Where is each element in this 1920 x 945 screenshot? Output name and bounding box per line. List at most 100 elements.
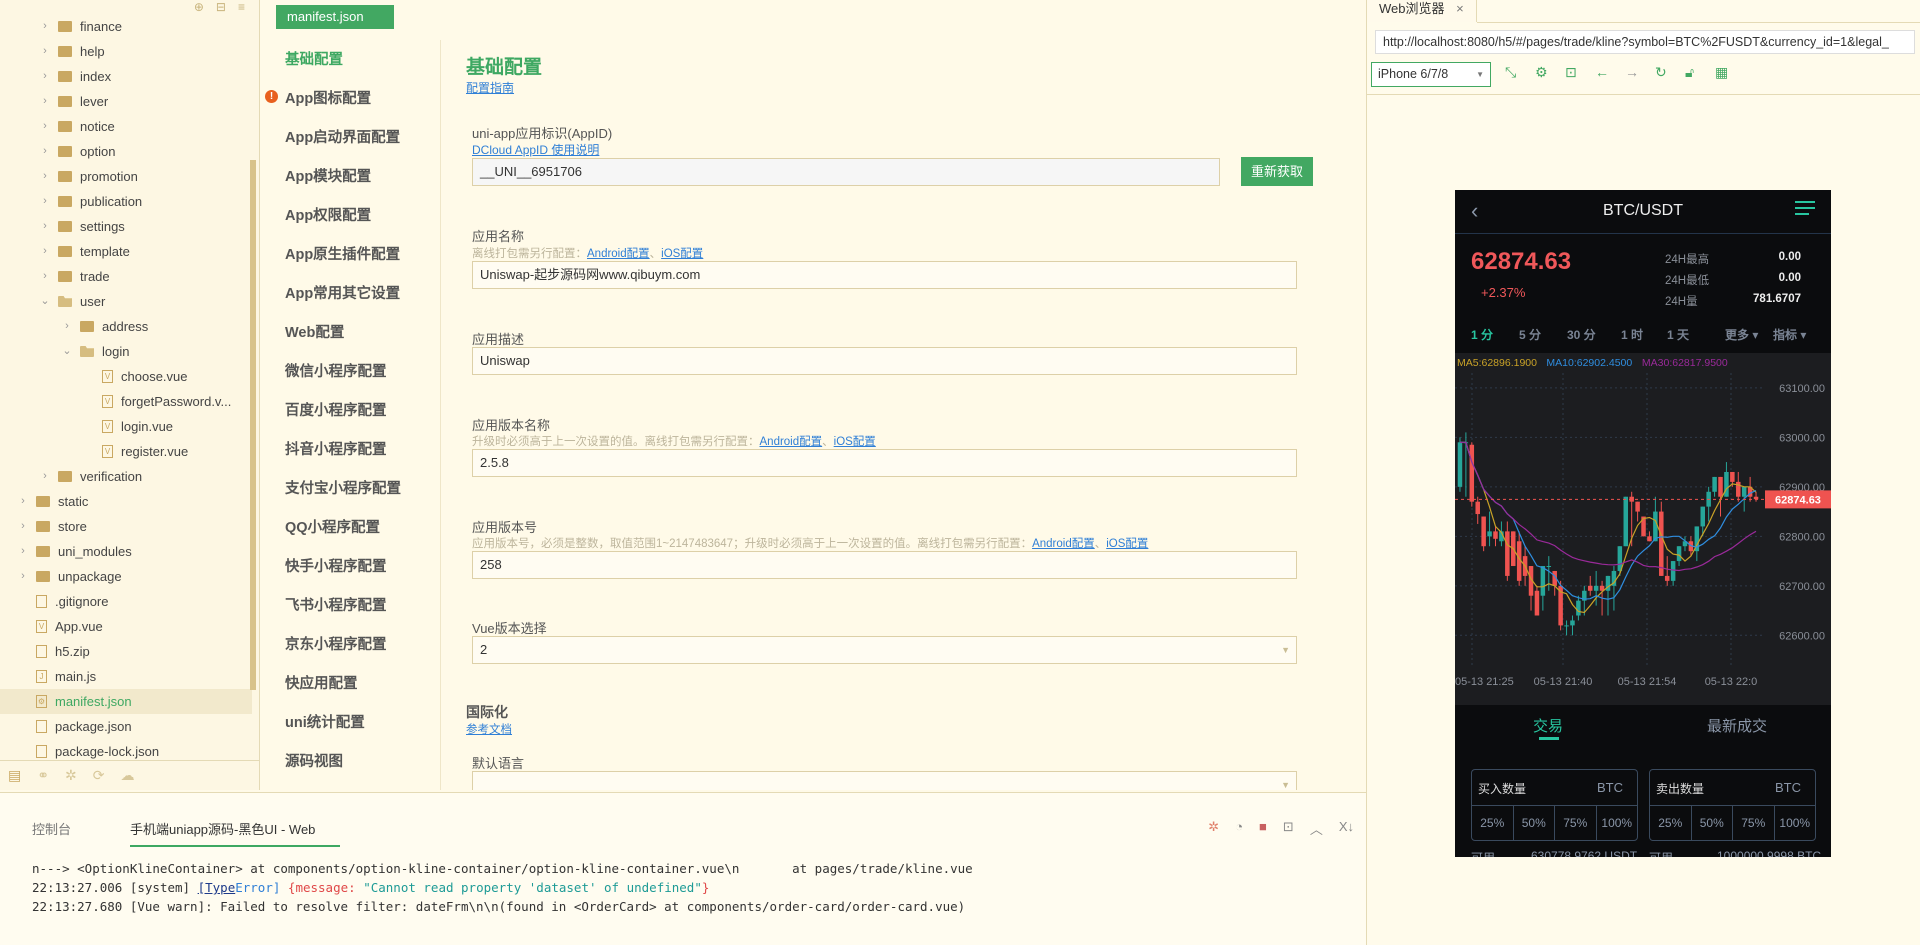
resize-icon[interactable]: ⤡ (1505, 64, 1516, 81)
buy-pct-50[interactable]: 50% (1514, 806, 1555, 841)
buy-pct-100[interactable]: 100% (1597, 806, 1638, 841)
nav-item[interactable]: 飞书小程序配置 (285, 594, 387, 615)
cloud-icon[interactable]: ☁ (120, 767, 134, 784)
tree-item[interactable]: › store (16, 514, 87, 539)
nav-item[interactable]: 基础配置 (285, 48, 343, 69)
forward-icon[interactable]: → (1625, 64, 1639, 80)
terminal-icon[interactable]: ⊡ (1283, 819, 1294, 838)
sell-pct-50[interactable]: 50% (1692, 806, 1733, 841)
chevron-right-icon[interactable]: › (38, 239, 52, 264)
tree-item[interactable]: › option (38, 139, 115, 164)
chevron-right-icon[interactable]: › (38, 14, 52, 39)
period-tab[interactable]: 30 分 (1567, 326, 1596, 343)
device-select[interactable]: iPhone 6/7/8 ▼ (1371, 62, 1491, 87)
appid-field[interactable]: __UNI__6951706 (472, 158, 1220, 186)
chevron-right-icon[interactable]: › (16, 564, 30, 589)
nav-item[interactable]: App原生插件配置 (285, 243, 400, 264)
android-config-link[interactable]: Android配置 (587, 248, 650, 260)
chevron-right-icon[interactable]: › (38, 164, 52, 189)
tree-item[interactable]: › address (60, 314, 148, 339)
nav-item[interactable]: 快手小程序配置 (285, 555, 387, 576)
chevron-down-icon[interactable]: ⌄ (60, 339, 74, 364)
nav-item[interactable]: App启动界面配置 (285, 126, 400, 147)
nav-item[interactable]: QQ小程序配置 (285, 516, 380, 537)
ios-config-link[interactable]: iOS配置 (1106, 538, 1148, 550)
qrcode-icon[interactable]: ▦ (1715, 64, 1728, 81)
tree-item[interactable]: Vlogin.vue (82, 414, 173, 439)
nav-item[interactable]: App图标配置 (285, 87, 371, 108)
tree-item[interactable]: ⌄ user (38, 289, 105, 314)
tree-item[interactable]: › template (38, 239, 130, 264)
collapse-up-icon[interactable]: ︿ (1310, 819, 1323, 838)
chevron-right-icon[interactable]: › (38, 139, 52, 164)
tree-item[interactable]: ⚙ manifest.json (0, 689, 252, 714)
chevron-right-icon[interactable]: › (60, 314, 74, 339)
period-tab[interactable]: 指标 ▾ (1773, 326, 1806, 343)
buy-pct-25[interactable]: 25% (1472, 806, 1514, 841)
chevron-right-icon[interactable]: › (16, 514, 30, 539)
tree-scrollbar[interactable] (250, 160, 256, 690)
chevron-down-icon[interactable]: ⌄ (38, 289, 52, 314)
debug-icon[interactable]: ✲ (1208, 819, 1219, 838)
tab-latest-deals[interactable]: 最新成交 (1707, 715, 1767, 736)
version-name-field[interactable]: 2.5.8 (472, 449, 1297, 477)
period-tab[interactable]: 1 时 (1621, 326, 1643, 343)
error-type-link[interactable]: [Type (198, 880, 236, 895)
chevron-right-icon[interactable]: › (38, 89, 52, 114)
stop-icon[interactable]: ■ (1259, 819, 1267, 838)
tree-item[interactable]: › finance (38, 14, 122, 39)
tree-item[interactable]: › notice (38, 114, 115, 139)
app-desc-field[interactable]: Uniswap (472, 347, 1297, 375)
tree-item[interactable]: › lever (38, 89, 108, 114)
nav-item[interactable]: 京东小程序配置 (285, 633, 387, 654)
nav-item[interactable]: 抖音小程序配置 (285, 438, 387, 459)
debug-icon[interactable]: ✲ (65, 767, 77, 784)
tree-item[interactable]: › static (16, 489, 88, 514)
version-code-field[interactable]: 258 (472, 551, 1297, 579)
period-tab[interactable]: 1 天 (1667, 326, 1689, 343)
tree-item[interactable]: › trade (38, 264, 109, 289)
tree-item[interactable]: .gitignore (16, 589, 108, 614)
back-icon[interactable]: ← (1595, 64, 1609, 80)
tree-item[interactable]: › uni_modules (16, 539, 132, 564)
chevron-right-icon[interactable]: › (38, 464, 52, 489)
sell-pct-100[interactable]: 100% (1775, 806, 1816, 841)
chevron-right-icon[interactable]: › (38, 264, 52, 289)
tree-item[interactable]: ⌄ login (60, 339, 129, 364)
ios-config-link[interactable]: iOS配置 (834, 436, 876, 448)
default-lang-select[interactable]: ▼ (472, 771, 1297, 790)
nav-item[interactable]: 微信小程序配置 (285, 360, 387, 381)
tree-item[interactable]: › unpackage (16, 564, 121, 589)
chevron-right-icon[interactable]: › (38, 39, 52, 64)
period-tab[interactable]: 5 分 (1519, 326, 1541, 343)
menu-icon[interactable] (1795, 201, 1815, 219)
search-icon[interactable]: ⚭ (37, 767, 49, 784)
restart-icon[interactable]: ◔ (1235, 819, 1243, 838)
nav-item[interactable]: 支付宝小程序配置 (285, 477, 401, 498)
nav-item[interactable]: App模块配置 (285, 165, 371, 186)
android-config-link[interactable]: Android配置 (1032, 538, 1095, 550)
console-icon[interactable]: ⊡ (1565, 64, 1577, 81)
tree-item[interactable]: › index (38, 64, 111, 89)
tree-item[interactable]: h5.zip (16, 639, 90, 664)
config-guide-link[interactable]: 配置指南 (466, 79, 514, 96)
tree-item[interactable]: VforgetPassword.v... (82, 389, 231, 414)
tab-trade[interactable]: 交易 (1533, 715, 1563, 736)
kline-chart[interactable]: 63100.00 63000.00 62900.00 62800.00 62700.00… (1455, 353, 1831, 705)
sell-pct-75[interactable]: 75% (1733, 806, 1775, 841)
settings-icon[interactable]: ⚙ (1535, 64, 1548, 81)
appid-help-link[interactable]: DCloud AppID 使用说明 (472, 141, 599, 158)
tab-web-run[interactable]: 手机端uniapp源码-黑色UI - Web (130, 819, 341, 847)
sell-pct-25[interactable]: 25% (1650, 806, 1692, 841)
tree-item[interactable]: Vchoose.vue (82, 364, 188, 389)
clear-icon[interactable]: X↓ (1339, 819, 1354, 838)
chevron-right-icon[interactable]: › (38, 114, 52, 139)
chevron-right-icon[interactable]: › (16, 489, 30, 514)
unlock-icon[interactable]: 🔓︎ (1685, 64, 1694, 81)
menu-icon[interactable]: ≡ (238, 0, 245, 14)
nav-item[interactable]: 百度小程序配置 (285, 399, 387, 420)
nav-item[interactable]: App权限配置 (285, 204, 371, 225)
editor-tab-manifest[interactable]: manifest.json (276, 5, 394, 29)
locate-icon[interactable]: ⊕ (194, 0, 204, 14)
i18n-doc-link[interactable]: 参考文档 (466, 721, 512, 737)
